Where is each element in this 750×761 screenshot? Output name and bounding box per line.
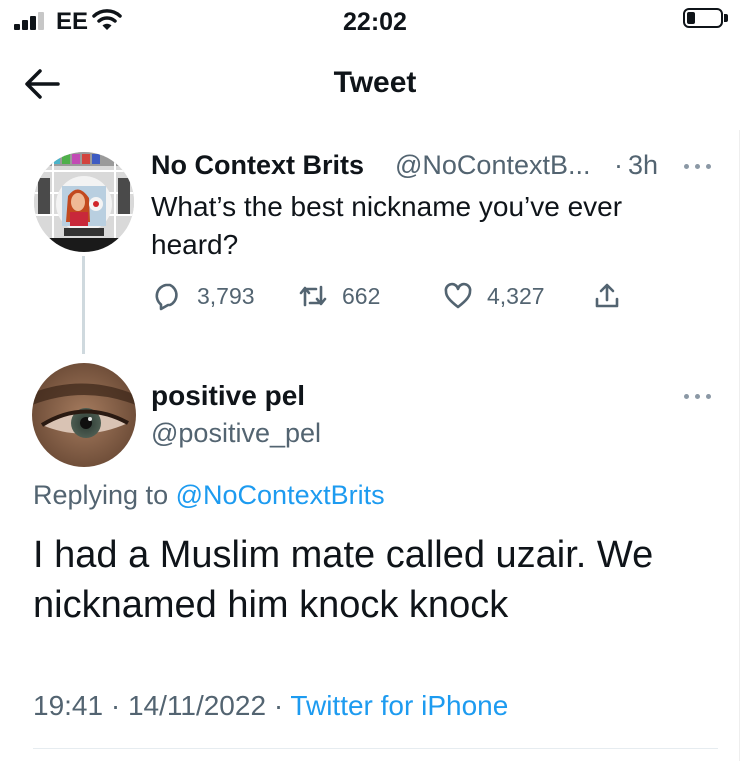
reply-count: 3,793 (197, 282, 255, 309)
scroll-edge (739, 130, 740, 761)
more-icon[interactable] (684, 162, 714, 172)
tweet-time[interactable]: 19:41 (33, 690, 103, 721)
retweet-icon (299, 285, 327, 307)
retweet-button[interactable]: 662 (298, 280, 380, 312)
separator-dot: · (273, 690, 284, 721)
quoted-handle[interactable]: @NoContextB... (395, 150, 591, 181)
replying-prefix: Replying to (33, 480, 169, 510)
quoted-tweet-text: What’s the best nickname you’ve ever hea… (151, 191, 623, 260)
quoted-display-name[interactable]: No Context Brits (151, 150, 364, 181)
more-icon[interactable] (684, 392, 714, 402)
tweet-metadata: 19:41 · 14/11/2022 · Twitter for iPhone (33, 690, 508, 722)
avatar[interactable] (32, 363, 136, 467)
quoted-age[interactable]: 3h (628, 150, 658, 181)
replying-to-line: Replying to @NoContextBrits (33, 480, 385, 511)
separator-dot: · (110, 690, 121, 721)
reply-tweet-text: I had a Muslim mate called uzair. We nic… (33, 534, 654, 626)
battery-icon (683, 8, 729, 30)
page-title: Tweet (333, 66, 417, 99)
reply-handle[interactable]: @positive_pel (151, 418, 321, 449)
like-icon (444, 282, 472, 309)
like-button[interactable]: 4,327 (443, 280, 545, 312)
reply-icon (155, 283, 178, 311)
status-time: 22:02 (343, 8, 407, 36)
tweet-date[interactable]: 14/11/2022 (128, 690, 266, 721)
reply-display-name[interactable]: positive pel (151, 380, 305, 412)
status-bar: EE 22:02 (0, 0, 750, 44)
reply-button[interactable]: 3,793 (153, 280, 255, 312)
share-icon (595, 283, 619, 308)
thread-connector (82, 256, 85, 354)
share-button[interactable] (592, 280, 622, 312)
avatar[interactable] (34, 152, 134, 252)
like-count: 4,327 (487, 282, 545, 309)
eye-avatar-image (32, 363, 136, 467)
test-card-avatar-image (34, 152, 134, 252)
tweet-source-link[interactable]: Twitter for iPhone (290, 690, 508, 721)
separator-dot: · (614, 150, 623, 180)
divider (33, 748, 718, 749)
replying-to-link[interactable]: @NoContextBrits (176, 480, 385, 510)
retweet-count: 662 (342, 282, 381, 309)
